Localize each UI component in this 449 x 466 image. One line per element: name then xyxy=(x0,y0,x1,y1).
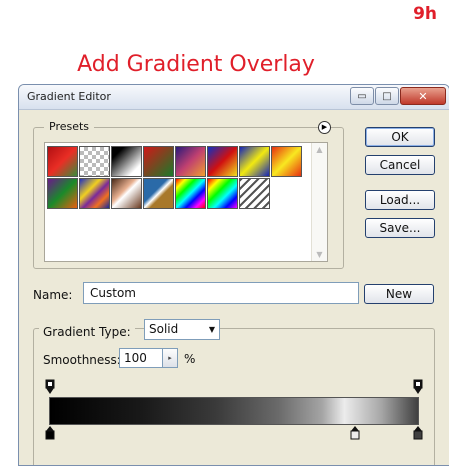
smoothness-label: Smoothness: xyxy=(43,353,121,367)
window-title: Gradient Editor xyxy=(27,90,111,103)
load-button[interactable]: Load... xyxy=(365,190,435,210)
save-button[interactable]: Save... xyxy=(365,218,435,238)
new-button[interactable]: New xyxy=(364,284,434,304)
name-label: Name: xyxy=(33,288,73,302)
gradient-preview-bar[interactable] xyxy=(49,397,419,425)
smoothness-flyout-arrow-icon[interactable]: ▸ xyxy=(162,348,178,368)
presets-group: Presets ▶ ▲ ▼ xyxy=(33,120,344,269)
smoothness-unit: % xyxy=(184,352,196,366)
presets-list: ▲ ▼ xyxy=(44,142,328,262)
preset-swatch-orange-yellow-orange[interactable] xyxy=(271,146,302,177)
section-heading: Add Gradient Overlay xyxy=(77,52,315,77)
presets-label: Presets xyxy=(44,120,95,133)
opacity-stop-0[interactable] xyxy=(45,379,55,394)
chevron-down-icon: ▼ xyxy=(208,325,215,334)
preset-swatch-transparent-stripes[interactable] xyxy=(239,178,270,209)
preset-swatch-copper[interactable] xyxy=(111,178,142,209)
preset-swatch-red-green[interactable] xyxy=(143,146,174,177)
preset-swatch-blue-yellow-blue[interactable] xyxy=(239,146,270,177)
preset-swatch-foreground-to-background[interactable] xyxy=(47,146,78,177)
name-input[interactable]: Custom xyxy=(83,282,359,304)
preset-swatch-foreground-to-transparent[interactable] xyxy=(79,146,110,177)
color-stop-1[interactable] xyxy=(350,425,360,440)
preset-swatch-blue-red-yellow[interactable] xyxy=(207,146,238,177)
preset-swatch-black-white[interactable] xyxy=(111,146,142,177)
presets-scrollbar[interactable]: ▲ ▼ xyxy=(311,143,327,261)
preset-swatch-yellow-violet-orange-blue[interactable] xyxy=(79,178,110,209)
preset-swatch-chrome[interactable] xyxy=(143,178,174,209)
maximize-button[interactable]: □ xyxy=(375,87,399,105)
cancel-button[interactable]: Cancel xyxy=(365,155,435,175)
opacity-stop-1[interactable] xyxy=(413,379,423,394)
gradient-type-value: Solid xyxy=(149,322,179,336)
minimize-button[interactable]: ▭ xyxy=(350,87,374,105)
gradient-editor-dialog: Gradient Editor ▭ □ ✕ Presets ▶ ▲ ▼ OK C… xyxy=(18,84,449,466)
preset-swatch-transparent-rainbow[interactable] xyxy=(207,178,238,209)
preset-swatch-violet-orange[interactable] xyxy=(175,146,206,177)
gradient-type-label: Gradient Type: xyxy=(39,325,135,339)
close-button[interactable]: ✕ xyxy=(400,87,446,105)
color-stop-2[interactable] xyxy=(413,425,423,440)
gradient-type-dropdown[interactable]: Solid ▼ xyxy=(144,319,220,340)
ok-button[interactable]: OK xyxy=(365,127,435,147)
scroll-down-arrow-icon[interactable]: ▼ xyxy=(312,250,327,259)
smoothness-input[interactable]: 100 xyxy=(119,348,163,368)
step-number: 9h xyxy=(413,4,437,24)
preset-swatch-spectrum[interactable] xyxy=(175,178,206,209)
title-bar[interactable]: Gradient Editor ▭ □ ✕ xyxy=(19,85,449,110)
presets-menu-icon[interactable]: ▶ xyxy=(318,121,331,134)
preset-swatch-violet-green-orange[interactable] xyxy=(47,178,78,209)
color-stop-0[interactable] xyxy=(45,425,55,440)
scroll-up-arrow-icon[interactable]: ▲ xyxy=(312,145,327,154)
preset-swatch-grid xyxy=(47,146,302,209)
